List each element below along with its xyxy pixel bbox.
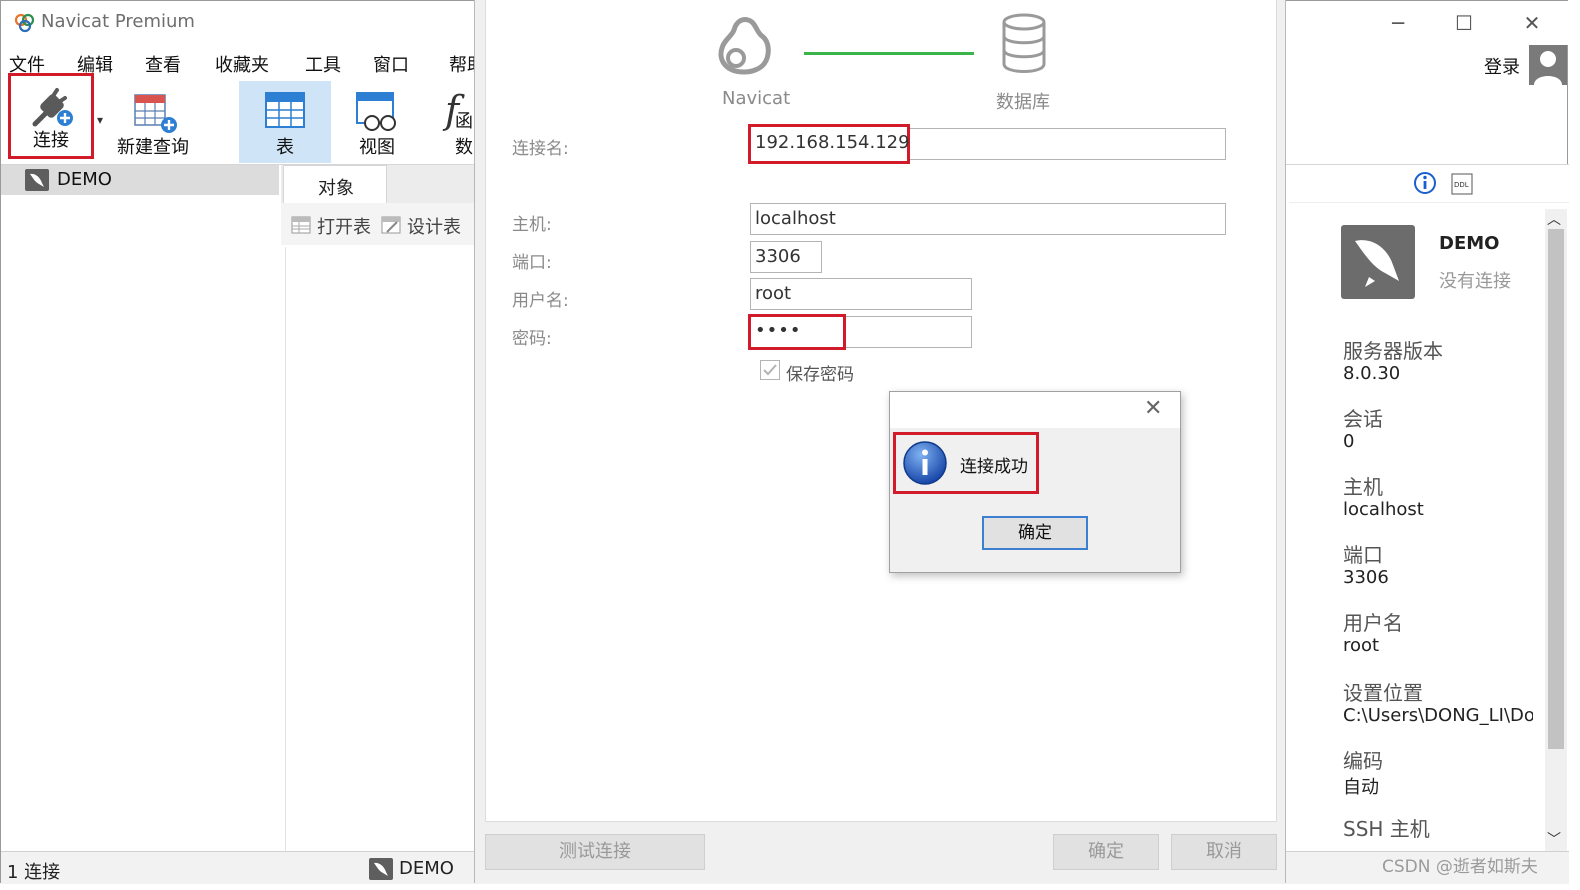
watermark: CSDN @逝者如斯夫 bbox=[1382, 857, 1538, 877]
password-field-label: 密码: bbox=[512, 329, 552, 349]
current-connection: DEMO bbox=[399, 858, 454, 879]
design-table-button[interactable]: 设计表 bbox=[407, 213, 461, 239]
mysql-connection-icon bbox=[369, 858, 393, 880]
info-panel: DDL ︿ ﹀ DEMO 没有连接 服务器版本 8.0.30 会话 0 主机 l… bbox=[1289, 165, 1569, 851]
encoding-value: 自动 bbox=[1343, 777, 1379, 798]
table-icon bbox=[265, 92, 305, 128]
message-ok-button[interactable]: 确定 bbox=[982, 516, 1088, 550]
checkmark-icon bbox=[763, 364, 777, 376]
menu-view[interactable]: 查看 bbox=[145, 51, 181, 77]
message-box-close-button[interactable]: ✕ bbox=[1144, 396, 1162, 421]
message-box: ✕ 连接成功 确定 bbox=[889, 391, 1181, 573]
server-version-label: 服务器版本 bbox=[1343, 339, 1443, 363]
message-text: 连接成功 bbox=[960, 457, 1028, 477]
navicat-label: Navicat bbox=[722, 88, 791, 109]
info-panel-header: DDL bbox=[1289, 165, 1569, 203]
settings-location-value: C:\Users\DONG_LI\Doc bbox=[1343, 705, 1533, 726]
info-bubble-icon bbox=[903, 441, 947, 485]
sessions-value: 0 bbox=[1343, 431, 1355, 452]
new-query-label: 新建查询 bbox=[117, 137, 189, 158]
svg-text:DDL: DDL bbox=[1454, 181, 1469, 189]
open-table-icon bbox=[291, 216, 311, 234]
minimize-button[interactable]: ─ bbox=[1375, 7, 1421, 39]
dialog-ok-button[interactable]: 确定 bbox=[1053, 834, 1159, 870]
database-label: 数据库 bbox=[996, 92, 1050, 113]
encoding-label: 编码 bbox=[1343, 749, 1383, 773]
connection-name-label: 连接名: bbox=[512, 139, 569, 159]
host-label: 主机 bbox=[1343, 475, 1383, 499]
tab-objects-label: 对象 bbox=[318, 178, 354, 199]
mysql-connection-icon bbox=[25, 169, 49, 191]
new-query-icon bbox=[134, 94, 177, 133]
view-label: 视图 bbox=[359, 137, 395, 158]
plug-icon bbox=[32, 88, 73, 127]
server-version-value: 8.0.30 bbox=[1343, 363, 1401, 384]
connect-button[interactable]: 连接 bbox=[8, 73, 94, 159]
menu-tools[interactable]: 工具 bbox=[305, 51, 341, 77]
dialog-cancel-button[interactable]: 取消 bbox=[1171, 834, 1277, 870]
port-field-label: 端口: bbox=[512, 253, 552, 273]
port-input[interactable]: 3306 bbox=[750, 241, 822, 273]
connection-link-line bbox=[804, 52, 974, 55]
connection-status: 没有连接 bbox=[1439, 271, 1511, 292]
scroll-down-icon[interactable]: ﹀ bbox=[1547, 829, 1561, 849]
ssh-host-label: SSH 主机 bbox=[1343, 817, 1430, 841]
connection-name: DEMO bbox=[1439, 233, 1500, 254]
open-table-button[interactable]: 打开表 bbox=[317, 213, 371, 239]
avatar[interactable] bbox=[1529, 45, 1567, 85]
info-scrollbar-thumb[interactable] bbox=[1548, 229, 1564, 749]
user-icon bbox=[1534, 51, 1562, 85]
ddl-icon[interactable]: DDL bbox=[1451, 173, 1473, 195]
database-icon bbox=[1002, 13, 1046, 73]
test-connection-button[interactable]: 测试连接 bbox=[485, 834, 705, 870]
design-table-icon bbox=[381, 216, 401, 234]
connection-count: 1 连接 bbox=[7, 862, 61, 883]
username-input[interactable]: root bbox=[750, 278, 972, 310]
port-label: 端口 bbox=[1343, 543, 1383, 567]
port-value: 3306 bbox=[1343, 567, 1389, 588]
object-toolbar: 打开表 设计表 bbox=[281, 203, 481, 245]
username-label: 用户名 bbox=[1343, 611, 1403, 635]
tab-objects[interactable]: 对象 bbox=[283, 165, 387, 203]
mysql-logo-icon bbox=[1341, 225, 1415, 299]
view-button[interactable]: 视图 bbox=[333, 81, 421, 163]
password-input[interactable]: •••• bbox=[748, 314, 846, 350]
navicat-icon bbox=[718, 17, 771, 75]
login-link[interactable]: 登录 bbox=[1484, 53, 1520, 79]
connect-dropdown-icon[interactable]: ▾ bbox=[97, 113, 103, 127]
function-button[interactable]: f 函数 bbox=[437, 81, 477, 163]
nav-item-label: DEMO bbox=[57, 169, 112, 190]
table-button[interactable]: 表 bbox=[239, 81, 331, 163]
username-field-label: 用户名: bbox=[512, 291, 569, 311]
username-value: root bbox=[1343, 635, 1380, 656]
app-title: Navicat Premium bbox=[41, 11, 195, 32]
menu-favorites[interactable]: 收藏夹 bbox=[215, 51, 269, 77]
object-list bbox=[285, 247, 481, 851]
host-field-label: 主机: bbox=[512, 215, 552, 235]
host-input[interactable]: localhost bbox=[750, 203, 1226, 235]
info-icon[interactable] bbox=[1413, 171, 1437, 195]
sessions-label: 会话 bbox=[1343, 407, 1383, 431]
table-label: 表 bbox=[276, 137, 294, 158]
settings-location-label: 设置位置 bbox=[1343, 681, 1423, 705]
connect-label: 连接 bbox=[33, 130, 69, 151]
save-password-checkbox[interactable] bbox=[760, 360, 780, 380]
close-button[interactable]: ✕ bbox=[1509, 7, 1555, 39]
message-box-titlebar: ✕ bbox=[890, 392, 1180, 428]
host-value: localhost bbox=[1343, 499, 1424, 520]
scroll-up-icon[interactable]: ︿ bbox=[1547, 209, 1561, 229]
menu-window[interactable]: 窗口 bbox=[373, 51, 409, 77]
connection-name-input[interactable]: 192.168.154.129 bbox=[748, 124, 910, 164]
new-query-button[interactable]: 新建查询 bbox=[109, 81, 197, 163]
maximize-button[interactable]: ☐ bbox=[1441, 7, 1487, 39]
navicat-logo-icon bbox=[14, 13, 35, 33]
navigation-pane: DEMO bbox=[1, 165, 281, 851]
nav-item-demo[interactable]: DEMO bbox=[1, 165, 279, 195]
view-icon bbox=[356, 92, 396, 131]
save-password-label: 保存密码 bbox=[786, 365, 854, 385]
